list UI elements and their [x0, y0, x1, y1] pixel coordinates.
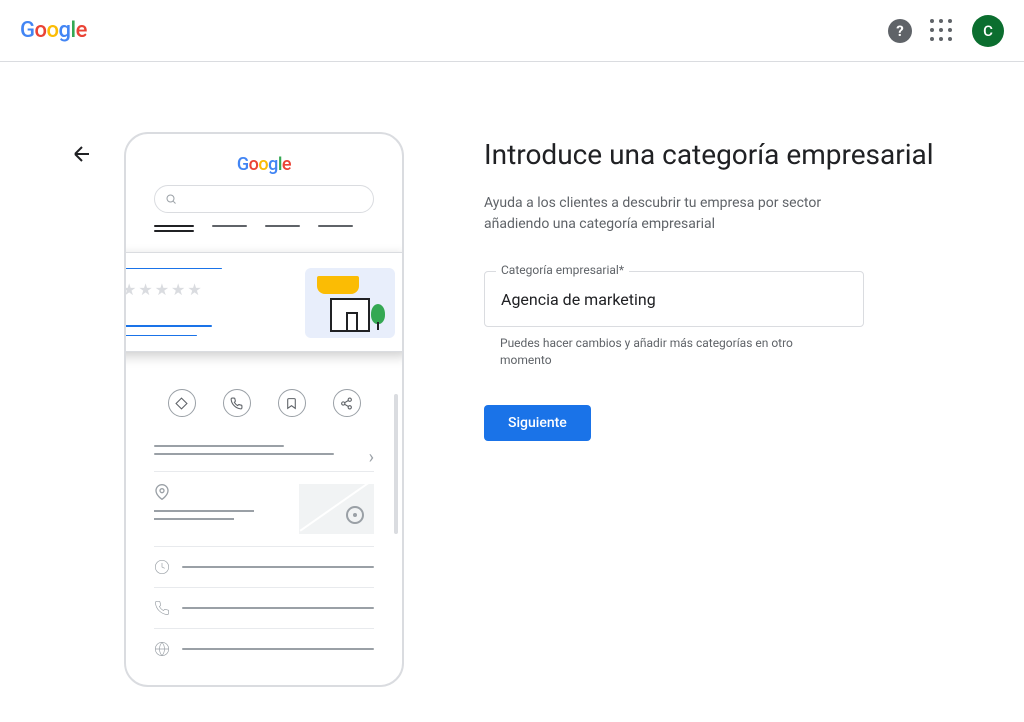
clock-icon [154, 559, 170, 575]
illustration-section: › [154, 435, 374, 472]
phone-icon [223, 389, 251, 417]
avatar[interactable]: C [972, 15, 1004, 47]
main-content: Google ★★★★★ [0, 62, 1024, 687]
chevron-right-icon: › [369, 447, 374, 468]
illustration-hours-row [154, 547, 374, 588]
form-column: Introduce una categoría empresarial Ayud… [484, 132, 964, 687]
illustration-scrollbar [394, 394, 398, 534]
illustration-action-row [154, 389, 374, 417]
category-input[interactable] [484, 271, 864, 327]
illustration-map-section [154, 472, 374, 547]
bookmark-icon [278, 389, 306, 417]
illustration-google-logo: Google [237, 154, 291, 175]
illustration-tabs [154, 225, 374, 227]
left-column: Google ★★★★★ [70, 132, 404, 687]
page-title: Introduce una categoría empresarial [484, 137, 964, 173]
help-icon[interactable]: ? [888, 19, 912, 43]
map-icon [299, 484, 374, 534]
phone-icon [154, 600, 170, 616]
category-label: Categoría empresarial* [496, 263, 629, 277]
category-helper-text: Puedes hacer cambios y añadir más catego… [500, 335, 840, 369]
store-icon [305, 268, 395, 338]
share-icon [333, 389, 361, 417]
category-field: Categoría empresarial* [484, 271, 964, 327]
search-icon [165, 193, 177, 205]
next-button[interactable]: Siguiente [484, 405, 591, 441]
globe-icon [154, 641, 170, 657]
illustration-web-row [154, 629, 374, 669]
header-actions: ? C [888, 15, 1004, 47]
directions-icon [168, 389, 196, 417]
google-logo[interactable]: Google [20, 18, 87, 43]
page-subtitle: Ayuda a los clientes a descubrir tu empr… [484, 193, 864, 235]
illustration-business-card: ★★★★★ [124, 252, 404, 352]
stars-icon: ★★★★★ [124, 280, 293, 299]
illustration-phone-row [154, 588, 374, 629]
back-arrow-icon[interactable] [70, 142, 94, 166]
header: Google ? C [0, 0, 1024, 62]
location-icon [154, 484, 170, 500]
apps-icon[interactable] [930, 19, 954, 43]
illustration-search-bar [154, 185, 374, 213]
phone-illustration: Google ★★★★★ [124, 132, 404, 687]
